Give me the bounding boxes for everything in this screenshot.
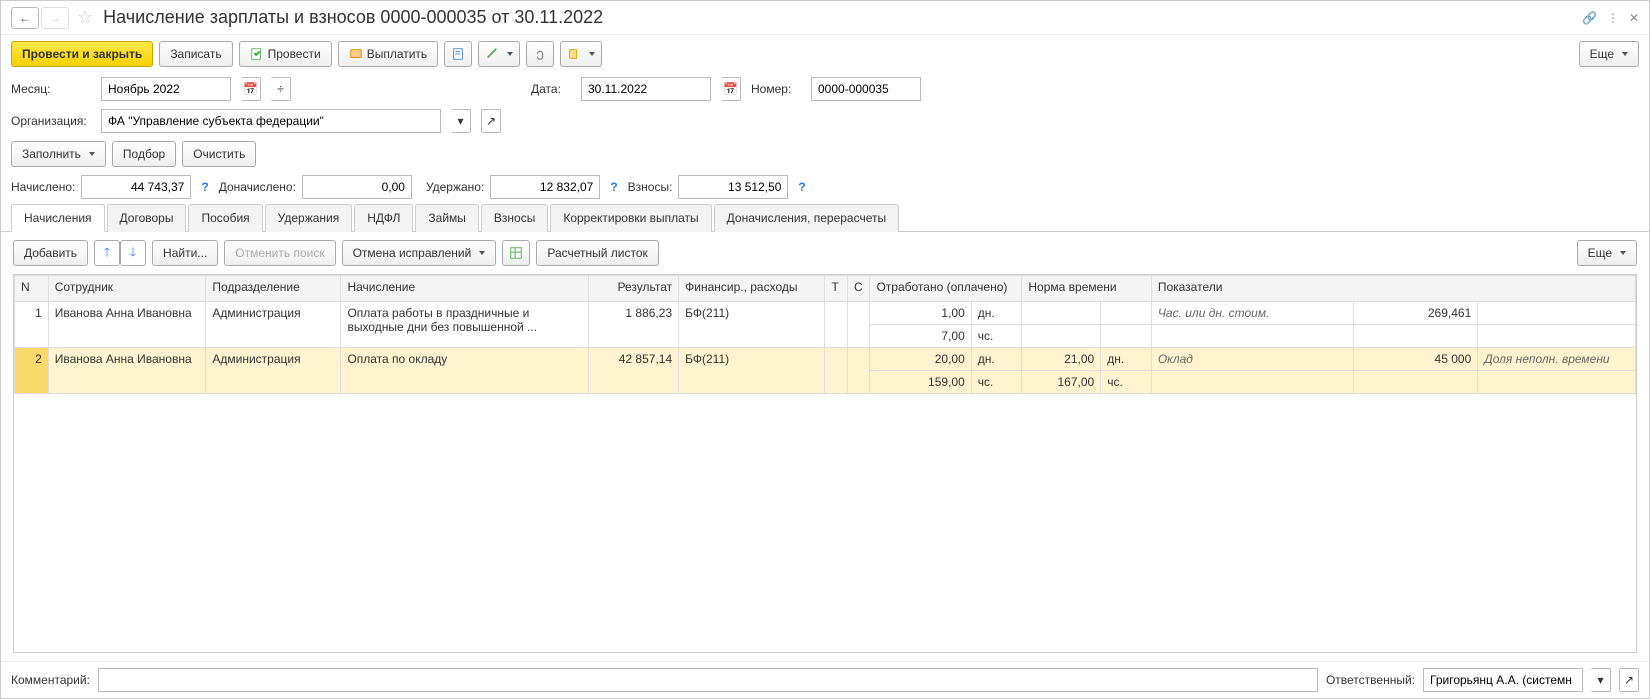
tab-benefits[interactable]: Пособия <box>188 204 262 232</box>
col-result[interactable]: Результат <box>589 276 679 302</box>
month-stepper-button[interactable]: ÷ <box>271 77 291 101</box>
clear-button[interactable]: Очистить <box>182 141 256 167</box>
post-button[interactable]: Провести <box>239 41 332 67</box>
print-button[interactable] <box>478 41 520 67</box>
grid-settings-button[interactable] <box>502 240 530 266</box>
subtoolbar-more-button[interactable]: Еще <box>1577 240 1637 266</box>
comment-input[interactable] <box>98 668 1318 692</box>
col-department[interactable]: Подразделение <box>206 276 341 302</box>
select-button[interactable]: Подбор <box>112 141 176 167</box>
nav-back-button[interactable]: ← <box>11 7 39 29</box>
col-accrual[interactable]: Начисление <box>341 276 589 302</box>
cancel-find-button[interactable]: Отменить поиск <box>224 240 335 266</box>
org-dropdown-button[interactable]: ▾ <box>451 109 471 133</box>
comment-label: Комментарий: <box>11 673 90 687</box>
fill-button[interactable]: Заполнить <box>11 141 106 167</box>
tab-payment-corrections[interactable]: Корректировки выплаты <box>550 204 711 232</box>
move-up-button[interactable]: 🡑 <box>94 240 120 266</box>
contrib-label: Взносы: <box>628 180 673 194</box>
star-icon[interactable]: ☆ <box>77 7 93 28</box>
more-button[interactable]: Еще <box>1579 41 1639 67</box>
responsible-input[interactable] <box>1423 668 1583 692</box>
date-label: Дата: <box>531 82 571 96</box>
link-icon[interactable]: 🔗 <box>1582 11 1597 25</box>
close-icon[interactable]: ✕ <box>1629 11 1639 25</box>
extra-actions-button[interactable] <box>560 41 602 67</box>
pay-button[interactable]: Выплатить <box>338 41 439 67</box>
month-calendar-button[interactable]: 📅 <box>241 77 261 101</box>
post-icon <box>250 47 264 61</box>
org-input[interactable] <box>101 109 441 133</box>
date-calendar-button[interactable]: 📅 <box>721 77 741 101</box>
col-indicators[interactable]: Показатели <box>1151 276 1635 302</box>
org-label: Организация: <box>11 114 91 128</box>
number-label: Номер: <box>751 82 801 96</box>
tab-loans[interactable]: Займы <box>415 204 479 232</box>
extra-accrued-value[interactable] <box>302 175 412 199</box>
payslip-button[interactable]: Расчетный листок <box>536 240 658 266</box>
pay-icon <box>349 47 363 61</box>
write-button[interactable]: Записать <box>159 41 232 67</box>
contrib-value[interactable] <box>678 175 788 199</box>
withheld-label: Удержано: <box>426 180 484 194</box>
tab-ndfl[interactable]: НДФЛ <box>354 204 413 232</box>
attach-button[interactable] <box>526 41 554 67</box>
month-label: Месяц: <box>11 82 91 96</box>
responsible-label: Ответственный: <box>1326 673 1415 687</box>
cancel-fixes-button[interactable]: Отмена исправлений <box>342 240 497 266</box>
col-n[interactable]: N <box>15 276 49 302</box>
post-button-label: Провести <box>268 47 321 61</box>
col-finance[interactable]: Финансир., расходы <box>679 276 825 302</box>
col-norm[interactable]: Норма времени <box>1022 276 1151 302</box>
report-button[interactable] <box>444 41 472 67</box>
withheld-help-icon[interactable]: ? <box>610 180 617 194</box>
pay-button-label: Выплатить <box>367 47 428 61</box>
withheld-value[interactable] <box>490 175 600 199</box>
move-down-button[interactable]: 🡓 <box>120 240 146 266</box>
contrib-help-icon[interactable]: ? <box>798 180 805 194</box>
extra-accrued-label: Доначислено: <box>219 180 296 194</box>
table-row[interactable]: 2 Иванова Анна Ивановна Администрация Оп… <box>15 348 1636 371</box>
page-title: Начисление зарплаты и взносов 0000-00003… <box>103 7 603 28</box>
number-input[interactable] <box>811 77 921 101</box>
tab-contracts[interactable]: Договоры <box>107 204 187 232</box>
date-input[interactable] <box>581 77 711 101</box>
find-button[interactable]: Найти... <box>152 240 218 266</box>
org-open-button[interactable]: ↗ <box>481 109 501 133</box>
kebab-icon[interactable]: ⋮ <box>1607 11 1619 25</box>
nav-forward-button[interactable]: → <box>41 7 69 29</box>
responsible-open-button[interactable]: ↗ <box>1619 668 1639 692</box>
table-row[interactable]: 1 Иванова Анна Ивановна Администрация Оп… <box>15 302 1636 325</box>
col-worked[interactable]: Отработано (оплачено) <box>870 276 1022 302</box>
tab-withholdings[interactable]: Удержания <box>265 204 353 232</box>
accrued-help-icon[interactable]: ? <box>201 180 208 194</box>
accrued-value[interactable] <box>81 175 191 199</box>
add-row-button[interactable]: Добавить <box>13 240 88 266</box>
tab-accruals[interactable]: Начисления <box>11 204 105 232</box>
col-t[interactable]: Т <box>825 276 848 302</box>
responsible-dropdown-button[interactable]: ▾ <box>1591 668 1611 692</box>
tab-contributions[interactable]: Взносы <box>481 204 548 232</box>
tab-recalculations[interactable]: Доначисления, перерасчеты <box>714 204 899 232</box>
col-c[interactable]: С <box>847 276 870 302</box>
accrued-label: Начислено: <box>11 180 75 194</box>
col-employee[interactable]: Сотрудник <box>48 276 206 302</box>
post-and-close-button[interactable]: Провести и закрыть <box>11 41 153 67</box>
accruals-grid[interactable]: N Сотрудник Подразделение Начисление Рез… <box>14 275 1636 394</box>
month-input[interactable] <box>101 77 231 101</box>
